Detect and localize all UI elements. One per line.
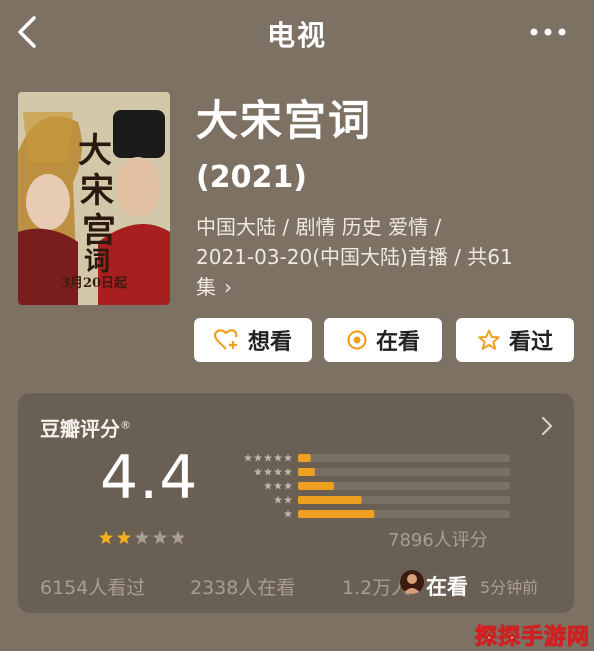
- meta-episodes-text: 集: [196, 275, 216, 299]
- watching-button[interactable]: 在看: [324, 318, 442, 362]
- top-bar: 电视: [0, 0, 594, 66]
- want-label: 想看: [247, 330, 292, 355]
- target-icon: [347, 330, 367, 350]
- distribution-star-icon: [253, 453, 263, 462]
- distribution-track: [298, 468, 510, 476]
- rating-label: 豆瓣评分®: [40, 413, 131, 442]
- star-empty-icon: [134, 530, 150, 545]
- movie-meta[interactable]: 中国大陆 / 剧情 历史 爱情 / 2021-03-20(中国大陆)首播 / 共…: [196, 212, 572, 302]
- watched-label: 看过: [508, 330, 553, 355]
- distribution-star-icon: [273, 467, 283, 476]
- distribution-track: [298, 454, 510, 462]
- star-empty-icon: [170, 530, 186, 545]
- want-button[interactable]: 想看: [194, 318, 312, 362]
- poster-image[interactable]: 大 宋 宫 词 3月20日起: [18, 92, 170, 305]
- watermark: 探探手游网: [474, 625, 590, 651]
- distribution-bar-1-star: [298, 510, 375, 518]
- watched-count[interactable]: 6154人看过: [40, 573, 145, 600]
- watching-label: 在看: [375, 330, 420, 355]
- distribution-star-icon: [283, 453, 293, 462]
- svg-text:大: 大: [78, 131, 112, 171]
- watching-count[interactable]: 2338人在看: [190, 573, 295, 600]
- time-ago: 5分钟前: [480, 578, 539, 597]
- distribution-bar-2-star: [298, 496, 362, 504]
- distribution-star-icon: [283, 467, 293, 476]
- distribution-star-icon: [263, 467, 273, 476]
- star-outline-icon: [478, 329, 500, 350]
- rating-stars: [98, 530, 186, 545]
- distribution-star-icon: [283, 481, 293, 490]
- distribution-star-icon: [243, 453, 253, 462]
- distribution-star-icon: [263, 453, 273, 462]
- rating-distribution: [243, 453, 510, 518]
- more-icon[interactable]: [528, 22, 568, 42]
- distribution-star-icon: [273, 453, 283, 462]
- now-watching-label: 在看: [426, 575, 468, 599]
- meta-line-episodes: 集 ›: [196, 272, 572, 302]
- svg-text:宋: 宋: [80, 171, 114, 211]
- meta-line-premiere: 2021-03-20(中国大陆)首播 / 共61: [196, 245, 513, 269]
- chevron-right-icon[interactable]: [540, 415, 554, 437]
- movie-year: (2021): [196, 160, 307, 195]
- movie-title: 大宋宫词: [196, 96, 373, 145]
- registered-mark: ®: [120, 418, 131, 432]
- meta-line-genre: 中国大陆 / 剧情 历史 爱情 /: [196, 215, 442, 239]
- rating-label-text: 豆瓣评分: [40, 417, 120, 441]
- distribution-star-icon: [253, 467, 263, 476]
- rating-votes[interactable]: 7896人评分: [388, 526, 488, 552]
- page-title: 电视: [266, 19, 327, 52]
- heart-plus-icon: [213, 329, 238, 350]
- distribution-star-icon: [263, 481, 273, 490]
- distribution-bar-4-star: [298, 468, 315, 476]
- distribution-star-icon: [283, 509, 293, 518]
- svg-text:宫: 宫: [82, 211, 116, 251]
- avatar: [400, 570, 424, 594]
- rating-card[interactable]: 豆瓣评分® 4.4 7896人评分 6154人看过 2338人在看 1.2万人 …: [18, 393, 574, 613]
- star-filled-icon: [116, 530, 132, 545]
- distribution-star-icon: [273, 495, 283, 504]
- rating-score: 4.4: [100, 443, 199, 513]
- star-empty-icon: [152, 530, 168, 545]
- distribution-star-icon: [273, 481, 283, 490]
- distribution-bar-5-star: [298, 454, 311, 462]
- distribution-star-icon: [283, 495, 293, 504]
- distribution-bar-3-star: [298, 482, 335, 490]
- poster-date: 3月20日起: [60, 276, 128, 291]
- chevron-right-icon: ›: [224, 275, 232, 299]
- watched-button[interactable]: 看过: [456, 318, 574, 362]
- star-filled-icon: [98, 530, 114, 545]
